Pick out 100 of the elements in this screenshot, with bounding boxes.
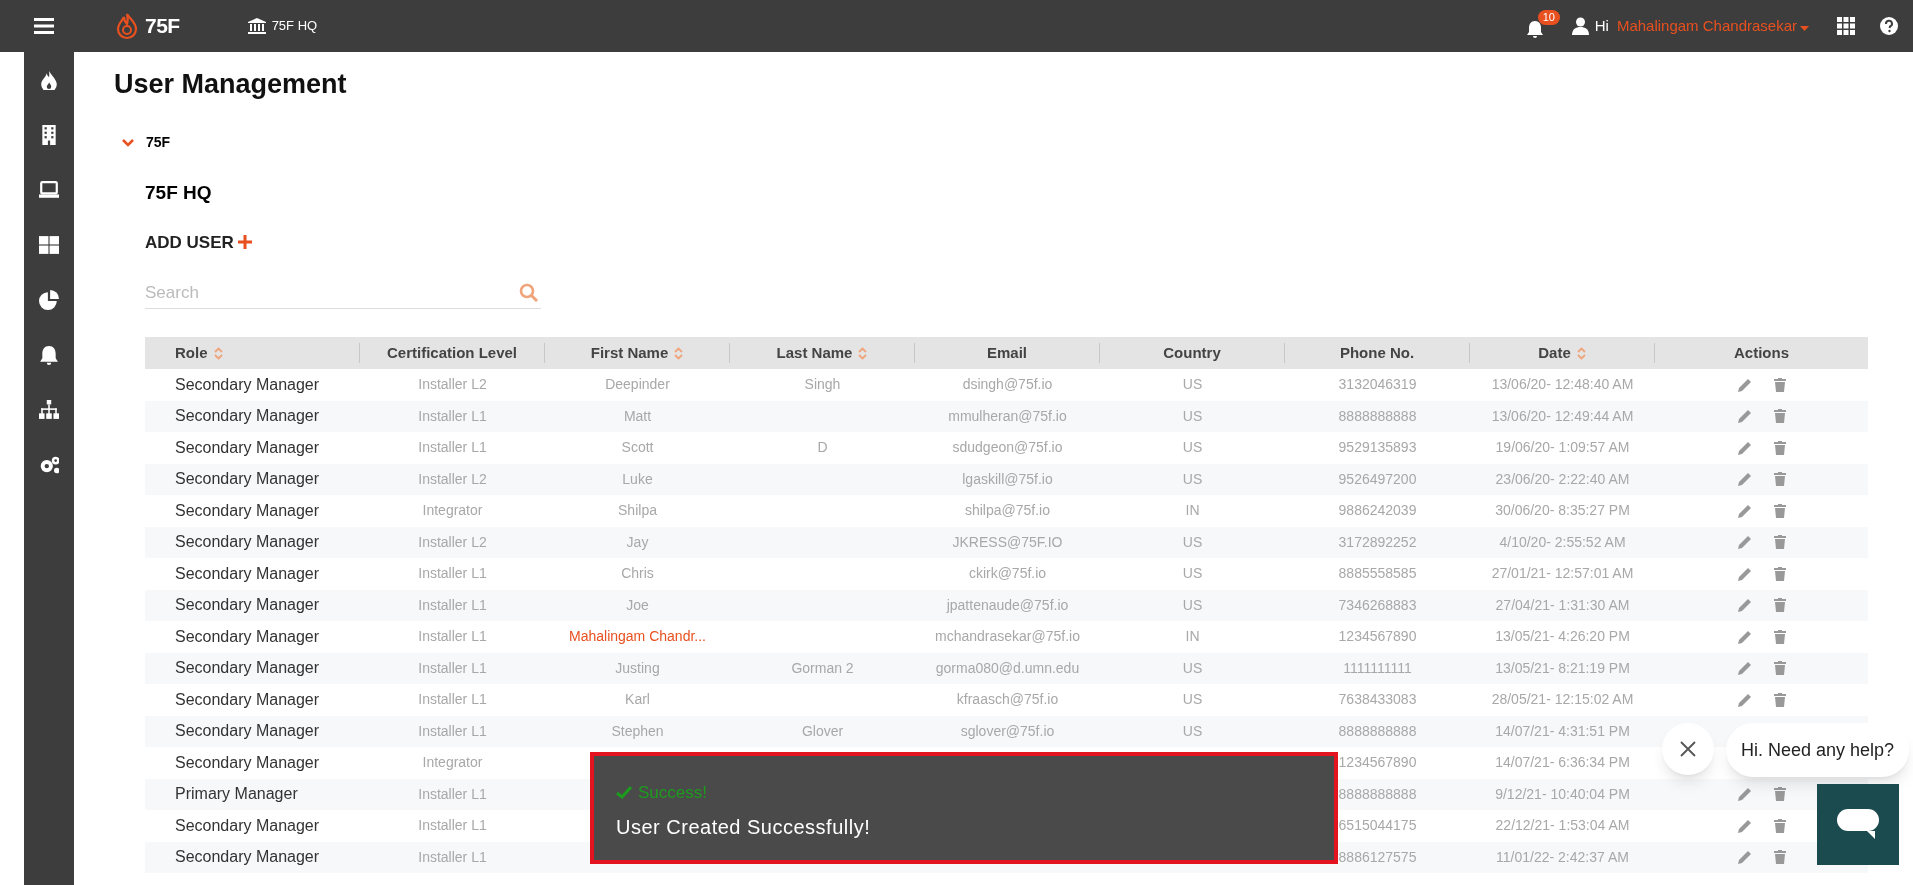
column-header[interactable]: Role: [145, 343, 360, 363]
menu-icon[interactable]: [34, 18, 54, 34]
table-cell-text: Jay: [625, 532, 650, 552]
chat-greeting-tooltip: Hi. Need any help?: [1726, 723, 1910, 777]
bell-icon[interactable]: [1525, 19, 1544, 39]
trash-icon[interactable]: [1773, 818, 1786, 833]
column-header: Phone No.: [1285, 343, 1470, 363]
table-cell-text: Installer L1: [417, 406, 488, 426]
table-cell-text: US: [1181, 438, 1204, 458]
table-cell-text: US: [1181, 375, 1204, 395]
table-cell-text: Secondary Manager: [174, 437, 321, 458]
trash-icon[interactable]: [1773, 850, 1786, 865]
table-cell-text: Secondary Manager: [174, 689, 321, 710]
trash-icon[interactable]: [1773, 377, 1786, 392]
edit-icon[interactable]: [1737, 598, 1752, 613]
table-cell-text: Installer L1: [417, 564, 488, 584]
help-icon[interactable]: [1880, 17, 1898, 35]
site-name[interactable]: 75F HQ: [271, 16, 318, 36]
table-cell-text: Singh: [803, 375, 842, 395]
edit-icon[interactable]: [1737, 566, 1752, 581]
edit-icon[interactable]: [1737, 535, 1752, 550]
edit-icon[interactable]: [1737, 787, 1752, 802]
chat-button[interactable]: [1817, 784, 1899, 865]
table-cell-text: 4/10/20- 2:55:52 AM: [1498, 532, 1627, 552]
table-cell-text: Installer L1: [417, 690, 488, 710]
table-cell-text: 8888888888: [1337, 784, 1418, 804]
edit-icon[interactable]: [1737, 629, 1752, 644]
trash-icon[interactable]: [1773, 787, 1786, 802]
trash-icon[interactable]: [1773, 503, 1786, 518]
table-cell-text: 8888888888: [1337, 406, 1418, 426]
edit-icon[interactable]: [1737, 692, 1752, 707]
table-cell-text: Secondary Manager: [174, 815, 321, 836]
add-user-button[interactable]: ADD USER: [145, 229, 252, 255]
column-header[interactable]: First Name: [545, 343, 730, 363]
trash-icon[interactable]: [1773, 661, 1786, 676]
trash-icon[interactable]: [1773, 692, 1786, 707]
table-cell-text: Secondary Manager: [174, 563, 321, 584]
table-cell-text: Secondary Manager: [174, 532, 321, 553]
search-icon[interactable]: [519, 282, 539, 303]
table-cell-text: US: [1181, 658, 1204, 678]
table-cell-text: Secondary Manager: [174, 374, 321, 395]
table-cell-text: 13/06/20- 12:49:44 AM: [1490, 406, 1635, 426]
table-cell-text: US: [1181, 469, 1204, 489]
table-cell-text: US: [1181, 406, 1204, 426]
column-header: Country: [1100, 343, 1285, 363]
table-cell-text: 7346268883: [1337, 595, 1418, 615]
bell-icon[interactable]: [38, 345, 59, 365]
pie-chart-icon[interactable]: [38, 290, 59, 310]
table-cell-text: Joe: [625, 595, 650, 615]
search-field[interactable]: Search: [145, 279, 519, 306]
table-cell-text: 30/06/20- 8:35:27 PM: [1494, 501, 1631, 521]
trash-icon[interactable]: [1773, 598, 1786, 613]
gears-icon[interactable]: [38, 455, 59, 475]
table-cell-text: 13/05/21- 8:21:19 PM: [1494, 658, 1631, 678]
grid-icon[interactable]: [38, 235, 59, 255]
table-cell-text: kfraasch@75f.io: [955, 690, 1060, 710]
trash-icon[interactable]: [1773, 535, 1786, 550]
table-cell-text: D: [816, 438, 829, 458]
apps-grid-icon[interactable]: [1837, 17, 1855, 35]
table-cell-text: 22/12/21- 1:53:04 AM: [1494, 816, 1631, 836]
edit-icon[interactable]: [1737, 472, 1752, 487]
trash-icon[interactable]: [1773, 440, 1786, 455]
table-cell-text: Integrator: [421, 501, 484, 521]
trash-icon[interactable]: [1773, 409, 1786, 424]
table-cell-text: 23/06/20- 2:22:40 AM: [1494, 469, 1631, 489]
column-header: Actions: [1733, 343, 1790, 363]
greeting-text: Hi: [1594, 15, 1609, 36]
chevron-icon[interactable]: [122, 138, 134, 147]
sort-icon: [1576, 346, 1586, 360]
trash-icon[interactable]: [1773, 472, 1786, 487]
table-cell-text: Secondary Manager: [174, 500, 321, 521]
table-cell-text: 13/06/20- 12:48:40 AM: [1490, 375, 1635, 395]
edit-icon[interactable]: [1737, 409, 1752, 424]
close-icon: [1680, 741, 1696, 757]
table-cell-text: 14/07/21- 4:31:51 PM: [1494, 721, 1631, 741]
table-cell-text: Installer L1: [417, 438, 488, 458]
table-cell-text: 9/12/21- 10:40:04 PM: [1494, 784, 1631, 804]
edit-icon[interactable]: [1737, 503, 1752, 518]
table-cell-text: JKRESS@75F.IO: [951, 532, 1064, 552]
hierarchy-icon[interactable]: [38, 400, 59, 420]
edit-icon[interactable]: [1737, 661, 1752, 676]
trash-icon[interactable]: [1773, 629, 1786, 644]
table-cell-text: Installer L1: [417, 784, 488, 804]
table-cell-text: Secondary Manager: [174, 721, 321, 742]
plus-icon: [237, 235, 252, 250]
trash-icon[interactable]: [1773, 566, 1786, 581]
edit-icon[interactable]: [1737, 440, 1752, 455]
column-header[interactable]: Last Name: [730, 343, 915, 363]
table-cell-text: Secondary Manager: [174, 658, 321, 679]
table-cell-text: Installer L1: [417, 847, 488, 867]
edit-icon[interactable]: [1737, 818, 1752, 833]
laptop-icon[interactable]: [38, 180, 59, 200]
table-cell-text: 1234567890: [1337, 753, 1418, 773]
tree-node[interactable]: 75F: [146, 132, 171, 153]
edit-icon[interactable]: [1737, 377, 1752, 392]
table-cell-text: lgaskill@75f.io: [961, 469, 1054, 489]
column-header[interactable]: Date: [1470, 343, 1655, 363]
edit-icon[interactable]: [1737, 850, 1752, 865]
flame-icon[interactable]: [38, 70, 59, 90]
table-cell-text: Scott: [620, 438, 655, 458]
